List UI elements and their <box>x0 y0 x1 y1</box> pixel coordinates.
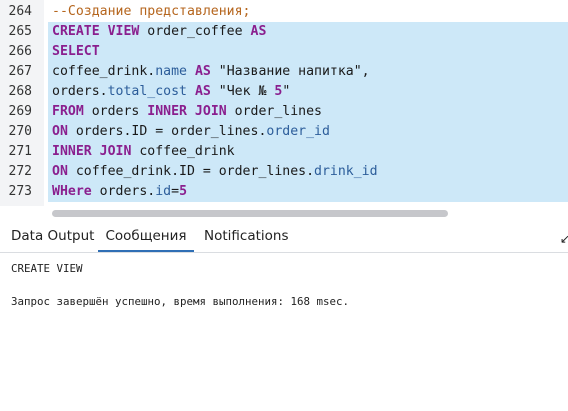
code-token: AS <box>250 24 267 39</box>
code-line[interactable]: orders.total_cost AS "Чек № 5" <box>44 82 568 102</box>
code-token: coffee_drink <box>131 144 235 159</box>
code-token: ON <box>52 164 68 179</box>
message-line: Запрос завершён успешно, время выполнени… <box>11 295 350 308</box>
line-number: 268 <box>8 84 32 99</box>
code-text: orders.total_cost AS "Чек № 5" <box>52 82 290 102</box>
code-token: WHere <box>52 184 92 199</box>
line-number: 273 <box>8 184 32 199</box>
sql-editor[interactable]: 264 265 266 267 268 269 270 271 272 273 --Создани… <box>0 0 568 222</box>
code-line[interactable]: SELECT <box>44 42 568 62</box>
code-text: FROM orders INNER JOIN order_lines <box>52 102 322 122</box>
code-token: = <box>171 184 180 199</box>
messages-panel: CREATE VIEW Запрос завершён успешно, вре… <box>0 253 568 411</box>
code-text: ON orders.ID = order_lines.order_id <box>52 122 330 142</box>
line-number: 267 <box>8 64 32 79</box>
code-token: total_cost <box>107 84 187 99</box>
tab-data-output[interactable]: Data Output <box>11 222 94 252</box>
code-token: coffee_drink. <box>52 64 156 79</box>
code-token: CREATE VIEW <box>52 24 140 39</box>
code-line[interactable]: coffee_drink.name AS "Название напитка", <box>44 62 568 82</box>
code-line[interactable]: WHere orders.id=5 <box>44 182 568 202</box>
line-number: 265 <box>8 24 32 39</box>
code-token: ON <box>52 124 68 139</box>
line-number: 270 <box>8 124 32 139</box>
selection-highlight <box>48 42 568 62</box>
code-line[interactable]: ON orders.ID = order_lines.order_id <box>44 122 568 142</box>
code-token: orders. <box>91 184 156 199</box>
code-token: FROM <box>52 104 84 119</box>
tab-notifications[interactable]: Notifications <box>204 222 289 252</box>
line-number: 271 <box>8 144 32 159</box>
line-number-gutter: 264 265 266 267 268 269 270 271 272 273 <box>0 0 44 206</box>
code-area[interactable]: --Создание представления; CREATE VIEW ord… <box>44 0 568 206</box>
code-token: AS <box>194 64 211 79</box>
code-token: "Название напитка", <box>210 64 370 79</box>
code-token: SELECT <box>52 44 100 59</box>
code-token: drink_id <box>314 164 378 179</box>
code-line[interactable]: FROM orders INNER JOIN order_lines <box>44 102 568 122</box>
line-number: 264 <box>8 4 32 19</box>
code-text: WHere orders.id=5 <box>52 182 187 202</box>
expand-arrow-icon[interactable]: ↙ <box>560 232 568 246</box>
line-number: 266 <box>8 44 32 59</box>
code-text: --Создание представления; <box>52 2 251 22</box>
code-token: INNER JOIN <box>147 104 227 119</box>
code-token: orders.ID = order_lines. <box>67 124 267 139</box>
horizontal-scrollbar-thumb[interactable] <box>52 210 448 217</box>
result-tabs: Data Output Сообщения Notifications <box>0 222 568 253</box>
code-token: order_coffee <box>139 24 251 39</box>
code-token: name <box>155 64 187 79</box>
code-text: CREATE VIEW order_coffee AS <box>52 22 266 42</box>
code-token: AS <box>194 84 211 99</box>
code-line[interactable]: CREATE VIEW order_coffee AS <box>44 22 568 42</box>
code-token: 5 <box>179 184 188 199</box>
code-token: id <box>155 184 172 199</box>
code-token: orders <box>83 104 148 119</box>
code-token: INNER JOIN <box>52 144 132 159</box>
tab-messages[interactable]: Сообщения <box>98 222 194 252</box>
code-token: orders. <box>52 84 108 99</box>
code-token: coffee_drink.ID = order_lines. <box>67 164 315 179</box>
line-number: 269 <box>8 104 32 119</box>
line-number: 272 <box>8 164 32 179</box>
code-line[interactable]: INNER JOIN coffee_drink <box>44 142 568 162</box>
code-line[interactable]: --Создание представления; <box>44 2 568 22</box>
code-text: ON coffee_drink.ID = order_lines.drink_i… <box>52 162 378 182</box>
code-token: "Чек № <box>210 84 275 99</box>
code-token: --Создание представления; <box>52 4 251 19</box>
code-token: order_lines <box>226 104 322 119</box>
code-token: " <box>282 84 291 99</box>
code-text: SELECT <box>52 42 100 62</box>
code-token: order_id <box>266 124 330 139</box>
message-line: CREATE VIEW <box>11 262 83 275</box>
code-line[interactable]: ON coffee_drink.ID = order_lines.drink_i… <box>44 162 568 182</box>
code-text: INNER JOIN coffee_drink <box>52 142 235 162</box>
code-text: coffee_drink.name AS "Название напитка", <box>52 62 370 82</box>
